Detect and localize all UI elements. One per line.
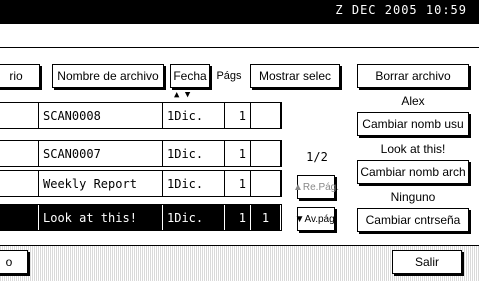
show-selected-button[interactable]: Mostrar selec bbox=[250, 64, 340, 88]
exit-button[interactable]: Salir bbox=[392, 250, 462, 274]
pages-header: Págs bbox=[216, 70, 242, 82]
change-user-name-button[interactable]: Cambiar nomb usu bbox=[357, 112, 469, 136]
table-row[interactable]: Weekly Report 1Dic. 1 bbox=[0, 170, 282, 197]
table-row[interactable]: SCAN0008 1Dic. 1 bbox=[0, 102, 282, 129]
delete-file-button[interactable]: Borrar archivo bbox=[357, 64, 469, 88]
sort-filename-button[interactable]: Nombre de archivo bbox=[52, 64, 164, 88]
message-text: o puede borrarse o cambiarse. bbox=[2, 4, 166, 18]
file-name-value: Look at this! bbox=[380, 142, 446, 156]
message-bar bbox=[0, 26, 479, 48]
change-file-name-button[interactable]: Cambiar nomb arch bbox=[357, 160, 469, 184]
sort-arrows-icon: ▲ ▼ bbox=[174, 90, 191, 100]
sort-user-button[interactable]: rio bbox=[0, 64, 40, 88]
user-name-value: Alex bbox=[401, 94, 425, 108]
bottom-left-button[interactable]: o bbox=[0, 250, 28, 274]
sort-date-button[interactable]: Fecha bbox=[170, 64, 210, 88]
change-password-button[interactable]: Cambiar cntrseña bbox=[357, 208, 469, 232]
page-indicator: 1/2 bbox=[306, 150, 328, 164]
prev-page-button[interactable]: ▲Re.Pág. bbox=[293, 175, 339, 199]
next-page-button[interactable]: ▼Av.pág. bbox=[295, 207, 337, 231]
table-row[interactable]: SCAN0007 1Dic. 1 bbox=[0, 140, 282, 167]
clock: Z DEC 2005 10:59 bbox=[335, 3, 467, 17]
password-value: Ninguno bbox=[390, 190, 436, 204]
table-row-selected[interactable]: Look at this! 1Dic. 1 1 bbox=[0, 204, 282, 231]
